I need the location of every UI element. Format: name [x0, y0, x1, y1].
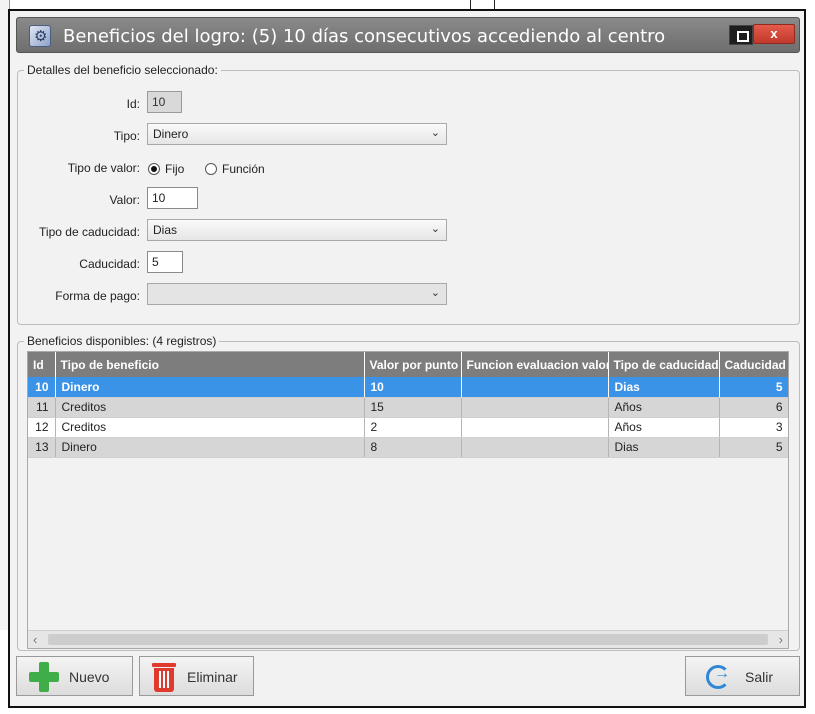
forma-pago-select[interactable]: ⌄ [147, 283, 447, 305]
exit-icon [706, 665, 730, 689]
details-legend: Detalles del beneficio seleccionado: [27, 63, 218, 77]
valor-field[interactable]: 10 [147, 187, 198, 209]
column-header[interactable]: Tipo de beneficio [55, 352, 365, 377]
tipo-caducidad-select[interactable]: Dias ⌄ [147, 219, 447, 241]
tipo-valor-label: Tipo de valor: [67, 161, 140, 175]
dialog-title: Beneficios del logro: (5) 10 días consec… [63, 26, 666, 47]
column-header[interactable]: Funcion evaluacion valor [461, 352, 609, 377]
table-cell-valor: 8 [364, 437, 462, 458]
table-cell-tipo: Dinero [55, 437, 365, 458]
radio-fijo-label: Fijo [165, 162, 185, 176]
table-cell-valor: 2 [364, 417, 462, 438]
benefits-dialog: Beneficios del logro: (5) 10 días consec… [8, 9, 806, 708]
app-icon [29, 25, 51, 47]
maximize-button[interactable] [729, 25, 753, 45]
caducidad-field[interactable]: 5 [147, 251, 183, 273]
plus-icon [29, 662, 59, 692]
chevron-down-icon: ⌄ [430, 127, 440, 139]
caducidad-label: Caducidad: [79, 257, 140, 271]
scroll-left-icon[interactable]: ‹ [33, 632, 37, 647]
radio-fijo[interactable]: Fijo [148, 162, 184, 176]
table-cell-tipo: Dinero [55, 377, 365, 398]
column-header[interactable]: Id [28, 352, 56, 377]
exit-button[interactable]: Salir [685, 656, 800, 696]
table-cell-funcion [461, 417, 609, 438]
benefits-grid[interactable]: Id Tipo de beneficio Valor por punto Fun… [27, 351, 789, 649]
column-header[interactable]: Valor por punto [364, 352, 462, 377]
table-cell-tipo-caducidad: Años [608, 397, 720, 418]
table-cell-tipo-caducidad: Dias [608, 437, 720, 458]
id-label: Id: [126, 97, 140, 111]
trash-icon [152, 661, 176, 692]
horizontal-scrollbar[interactable]: ‹ › [28, 630, 788, 648]
column-header[interactable]: Tipo de caducidad [608, 352, 720, 377]
valor-label: Valor: [109, 193, 140, 207]
close-button[interactable]: x [753, 24, 795, 44]
table-cell-valor: 15 [364, 397, 462, 418]
radio-funcion-label: Función [222, 162, 265, 176]
tipo-select-value: Dinero [153, 127, 189, 141]
table-cell-valor: 10 [364, 377, 462, 398]
new-button[interactable]: Nuevo [16, 656, 133, 696]
radio-unchecked-icon [205, 163, 217, 175]
table-cell-tipo-caducidad: Años [608, 417, 720, 438]
table-cell-funcion [461, 377, 609, 398]
delete-button[interactable]: Eliminar [139, 656, 254, 696]
title-bar[interactable]: Beneficios del logro: (5) 10 días consec… [16, 17, 800, 53]
forma-pago-label: Forma de pago: [55, 289, 140, 303]
table-cell-caducidad: 5 [719, 437, 788, 458]
column-header[interactable]: Caducidad [719, 352, 788, 377]
table-cell-tipo: Creditos [55, 417, 365, 438]
available-legend: Beneficios disponibles: (4 registros) [27, 334, 217, 348]
scroll-right-icon[interactable]: › [779, 632, 783, 647]
tipo-select[interactable]: Dinero ⌄ [147, 123, 447, 145]
table-row[interactable]: 12 Creditos 2 Años 3 [28, 417, 788, 438]
scrollbar-thumb[interactable] [48, 634, 768, 645]
table-cell-caducidad: 5 [719, 377, 788, 398]
table-row[interactable]: 10 Dinero 10 Dias 5 [28, 377, 788, 398]
tipo-caducidad-value: Dias [153, 223, 178, 237]
table-cell-tipo: Creditos [55, 397, 365, 418]
benefits-table: Id Tipo de beneficio Valor por punto Fun… [28, 352, 788, 458]
radio-funcion[interactable]: Función [205, 162, 265, 176]
table-cell-funcion [461, 397, 609, 418]
table-cell-funcion [461, 437, 609, 458]
exit-button-label: Salir [745, 669, 774, 685]
table-cell-id: 11 [28, 397, 56, 418]
delete-button-label: Eliminar [187, 669, 238, 685]
table-cell-caducidad: 3 [719, 417, 788, 438]
table-row[interactable]: 13 Dinero 8 Dias 5 [28, 437, 788, 458]
id-field: 10 [147, 91, 182, 113]
tipo-caducidad-label: Tipo de caducidad: [39, 225, 140, 239]
table-row[interactable]: 11 Creditos 15 Años 6 [28, 397, 788, 418]
table-cell-tipo-caducidad: Dias [608, 377, 720, 398]
radio-checked-icon [148, 163, 160, 175]
table-cell-id: 13 [28, 437, 56, 458]
tipo-label: Tipo: [113, 129, 140, 143]
new-button-label: Nuevo [69, 669, 110, 685]
table-cell-id: 10 [28, 377, 56, 398]
table-header-row: Id Tipo de beneficio Valor por punto Fun… [28, 352, 788, 377]
chevron-down-icon: ⌄ [430, 287, 440, 299]
table-cell-caducidad: 6 [719, 397, 788, 418]
table-cell-id: 12 [28, 417, 56, 438]
chevron-down-icon: ⌄ [430, 223, 440, 235]
